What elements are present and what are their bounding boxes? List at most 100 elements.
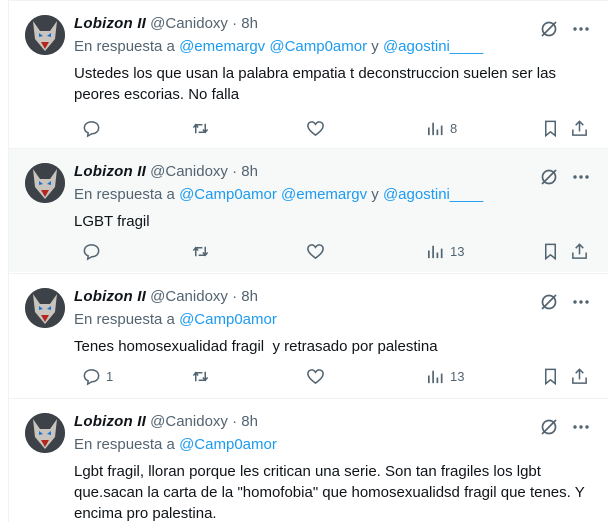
tweet-text: Lgbt fragil, lloran porque les critican … — [74, 463, 589, 522]
reply-prefix: En respuesta a — [74, 436, 175, 453]
avatar[interactable] — [25, 413, 65, 453]
tweet[interactable]: Lobizon II @Canidoxy · 8h En respuesta a… — [9, 273, 608, 397]
reply-context: En respuesta a @Camp0amor — [74, 436, 277, 453]
grok-icon[interactable] — [539, 417, 559, 437]
tweet[interactable]: Lobizon II @Canidoxy · 8h En respuesta a… — [9, 0, 608, 147]
timeline: Lobizon II @Canidoxy · 8h En respuesta a… — [8, 0, 608, 522]
reply-prefix: En respuesta a — [74, 311, 175, 328]
mention-link[interactable]: @ememargv — [179, 38, 265, 55]
mention-link[interactable]: @Camp0amor — [269, 38, 367, 55]
grok-icon[interactable] — [539, 19, 559, 39]
user-handle[interactable]: @Canidoxy — [150, 288, 228, 305]
more-icon[interactable] — [571, 19, 591, 39]
more-icon[interactable] — [571, 167, 591, 187]
timestamp[interactable]: 8h — [241, 413, 258, 430]
grok-icon[interactable] — [539, 167, 559, 187]
views-count: 8 — [450, 120, 458, 136]
timestamp[interactable]: 8h — [241, 288, 258, 305]
timestamp[interactable]: 8h — [241, 163, 258, 180]
user-handle[interactable]: @Canidoxy — [150, 413, 228, 430]
views-icon — [426, 119, 445, 138]
tweet-header: Lobizon II @Canidoxy · 8h — [74, 15, 258, 32]
avatar[interactable] — [25, 15, 65, 55]
mention-link[interactable]: @ememargv — [281, 186, 367, 203]
share-button[interactable] — [570, 241, 589, 261]
user-handle[interactable]: @Canidoxy — [150, 163, 228, 180]
user-handle[interactable]: @Canidoxy — [150, 15, 228, 32]
like-button[interactable] — [306, 241, 325, 261]
avatar[interactable] — [25, 163, 65, 203]
display-name[interactable]: Lobizon II — [74, 413, 146, 430]
views-count: 13 — [450, 368, 465, 384]
reply-and: y — [371, 38, 379, 55]
avatar[interactable] — [25, 288, 65, 328]
share-button[interactable] — [570, 366, 589, 386]
views-icon — [426, 367, 445, 386]
tweet[interactable]: Lobizon II @Canidoxy · 8h En respuesta a… — [9, 398, 608, 522]
mention-link[interactable]: @agostini____ — [383, 38, 483, 55]
retweet-icon — [191, 119, 210, 138]
reply-button[interactable]: 1 — [82, 366, 113, 386]
reply-context: En respuesta a @ememargv @Camp0amor y @a… — [74, 38, 483, 55]
reply-and: y — [371, 186, 379, 203]
reply-prefix: En respuesta a — [74, 38, 175, 55]
mention-link[interactable]: @Camp0amor — [179, 186, 277, 203]
bookmark-button[interactable] — [541, 366, 560, 386]
separator-dot: · — [227, 15, 242, 32]
like-icon — [306, 367, 325, 386]
share-icon — [570, 119, 589, 138]
tweet-header: Lobizon II @Canidoxy · 8h — [74, 163, 258, 180]
timestamp[interactable]: 8h — [241, 15, 258, 32]
mention-link[interactable]: @agostini____ — [383, 186, 483, 203]
more-icon[interactable] — [571, 417, 591, 437]
views-button[interactable]: 13 — [426, 366, 464, 386]
views-icon — [426, 242, 445, 261]
reply-context: En respuesta a @Camp0amor — [74, 311, 277, 328]
separator-dot: · — [227, 288, 242, 305]
mention-link[interactable]: @Camp0amor — [179, 311, 277, 328]
mention-link[interactable]: @Camp0amor — [179, 436, 277, 453]
separator-dot: · — [227, 413, 242, 430]
action-bar: 8 — [74, 118, 594, 138]
like-button[interactable] — [306, 118, 325, 138]
bookmark-icon — [541, 119, 560, 138]
views-count: 13 — [450, 243, 465, 259]
tweet-header: Lobizon II @Canidoxy · 8h — [74, 288, 258, 305]
share-icon — [570, 367, 589, 386]
reply-context: En respuesta a @Camp0amor @ememargv y @a… — [74, 186, 483, 203]
reply-icon — [82, 367, 101, 386]
like-icon — [306, 119, 325, 138]
retweet-icon — [191, 367, 210, 386]
display-name[interactable]: Lobizon II — [74, 163, 146, 180]
separator-dot: · — [227, 163, 242, 180]
display-name[interactable]: Lobizon II — [74, 15, 146, 32]
views-button[interactable]: 8 — [426, 118, 457, 138]
reply-prefix: En respuesta a — [74, 186, 175, 203]
retweet-icon — [191, 242, 210, 261]
retweet-button[interactable] — [191, 241, 210, 261]
display-name[interactable]: Lobizon II — [74, 288, 146, 305]
bookmark-button[interactable] — [541, 118, 560, 138]
bookmark-button[interactable] — [541, 241, 560, 261]
tweet-text: Ustedes los que usan la palabra empatia … — [74, 65, 561, 103]
retweet-button[interactable] — [191, 118, 210, 138]
tweet-text: LGBT fragil — [74, 213, 150, 230]
like-icon — [306, 242, 325, 261]
views-button[interactable]: 13 — [426, 241, 464, 261]
like-button[interactable] — [306, 366, 325, 386]
tweet-header: Lobizon II @Canidoxy · 8h — [74, 413, 258, 430]
bookmark-icon — [541, 367, 560, 386]
reply-icon — [82, 242, 101, 261]
share-icon — [570, 242, 589, 261]
share-button[interactable] — [570, 118, 589, 138]
retweet-button[interactable] — [191, 366, 210, 386]
tweet-text: Tenes homosexualidad fragil y retrasado … — [74, 338, 438, 355]
reply-button[interactable] — [82, 241, 106, 261]
reply-button[interactable] — [82, 118, 106, 138]
tweet[interactable]: Lobizon II @Canidoxy · 8h En respuesta a… — [9, 148, 608, 272]
grok-icon[interactable] — [539, 292, 559, 312]
reply-count: 1 — [106, 368, 114, 384]
reply-icon — [82, 119, 101, 138]
more-icon[interactable] — [571, 292, 591, 312]
action-bar: 1 13 — [74, 366, 594, 386]
